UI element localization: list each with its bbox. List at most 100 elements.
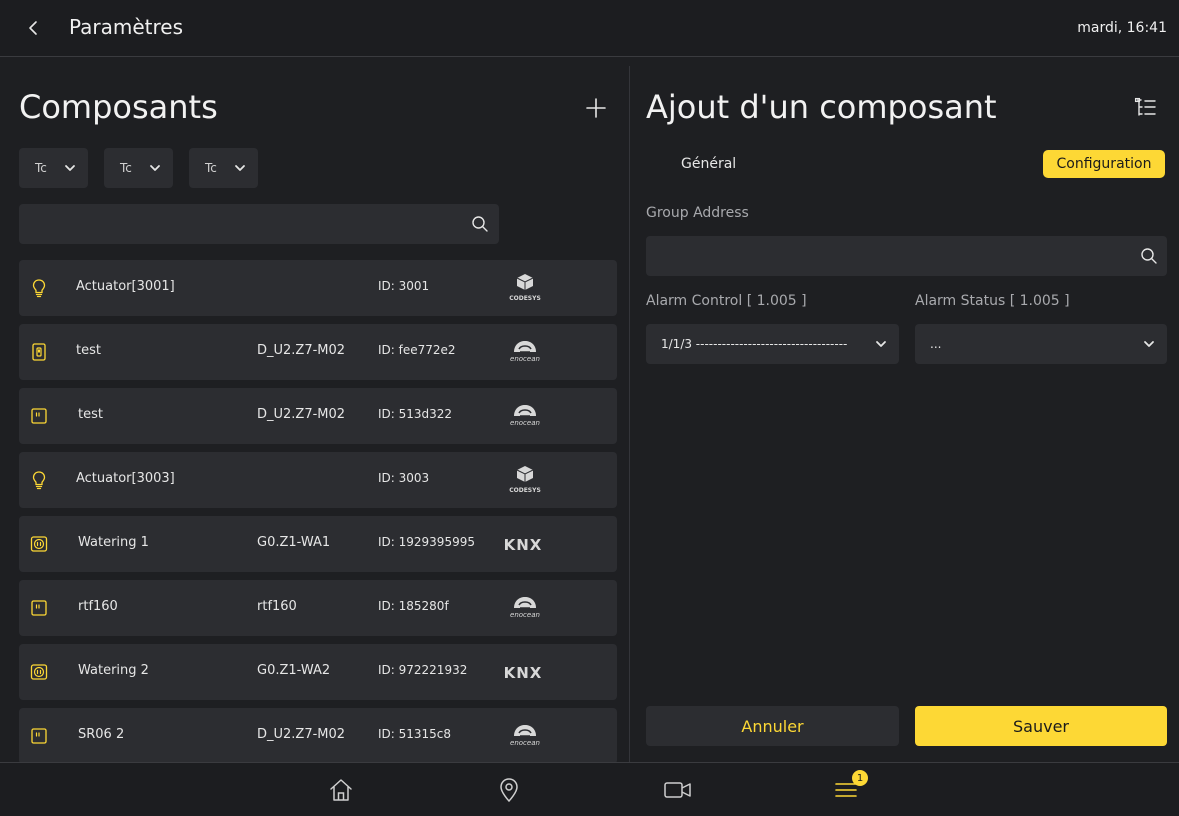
alarm-control-label: Alarm Control [ 1.005 ] <box>646 293 807 309</box>
list-item[interactable]: Watering 1 G0.Z1-WA1 ID: 1929395995 KNX <box>19 516 617 572</box>
component-id: ID: 972221932 <box>378 663 468 677</box>
save-button[interactable]: Sauver <box>915 706 1167 746</box>
component-address: G0.Z1-WA2 <box>257 663 331 678</box>
component-name: Watering 1 <box>78 535 149 550</box>
search-icon <box>1141 248 1157 264</box>
add-component-title: Ajout d'un composant <box>646 88 997 126</box>
bottom-nav: 1 <box>0 762 1179 816</box>
chevron-down-icon <box>65 165 75 171</box>
filter-value: Tc <box>205 161 217 175</box>
component-address: D_U2.Z7-M02 <box>257 343 346 358</box>
alarm-control-value: 1/1/3 ----------------------------------… <box>661 337 848 351</box>
switch-panel-icon <box>31 728 47 744</box>
filter-value: Tc <box>120 161 132 175</box>
knx-logo-icon: KNX <box>504 536 543 554</box>
component-name: test <box>78 407 103 422</box>
enocean-logo-icon: enocean <box>510 405 540 427</box>
component-id: ID: 185280f <box>378 599 449 613</box>
chevron-down-icon <box>235 165 245 171</box>
enocean-logo-icon: enocean <box>510 725 540 747</box>
components-title: Composants <box>19 88 218 126</box>
list-item[interactable]: test D_U2.Z7-M02 ID: 513d322 enocean <box>19 388 617 444</box>
list-item[interactable]: Actuator[3003] ID: 3003 CODESYS <box>19 452 617 508</box>
notification-badge: 1 <box>852 770 868 786</box>
group-address-input[interactable] <box>646 236 1167 276</box>
clock: mardi, 16:41 <box>1077 20 1167 36</box>
top-bar: Paramètres mardi, 16:41 <box>0 0 1179 57</box>
nav-home[interactable] <box>327 776 355 804</box>
component-name: Watering 2 <box>78 663 149 678</box>
component-search-input[interactable] <box>19 204 499 244</box>
video-camera-icon <box>664 782 691 798</box>
knx-logo-icon: KNX <box>504 664 543 682</box>
enocean-logo-icon: enocean <box>510 597 540 619</box>
back-button[interactable] <box>22 16 46 40</box>
alarm-status-label: Alarm Status [ 1.005 ] <box>915 293 1070 309</box>
add-component-button[interactable] <box>584 96 608 120</box>
add-component-panel: Ajout d'un composant Général Configurati… <box>630 58 1179 762</box>
tab-configuration[interactable]: Configuration <box>1043 150 1165 178</box>
component-id: ID: fee772e2 <box>378 343 456 357</box>
socket-icon <box>30 664 48 680</box>
component-name: SR06 2 <box>78 727 125 742</box>
group-address-label: Group Address <box>646 205 749 221</box>
tab-general[interactable]: Général <box>681 156 736 172</box>
codesys-logo-icon: CODESYS <box>509 466 541 494</box>
component-address: D_U2.Z7-M02 <box>257 407 346 422</box>
alarm-status-select[interactable]: ... <box>915 324 1167 364</box>
component-name: rtf160 <box>78 599 118 614</box>
alarm-control-select[interactable]: 1/1/3 ----------------------------------… <box>646 324 899 364</box>
component-name: Actuator[3003] <box>76 471 175 486</box>
svg-text:CODESYS: CODESYS <box>509 487 541 494</box>
list-item[interactable]: rtf160 rtf160 ID: 185280f enocean <box>19 580 617 636</box>
switch-panel-icon <box>31 408 47 424</box>
component-id: ID: 3003 <box>378 471 430 485</box>
tree-view-button[interactable] <box>1133 96 1157 120</box>
component-id: ID: 51315c8 <box>378 727 452 741</box>
components-panel: Composants Tc Tc Tc Actuator[3001] ID: 3… <box>0 58 629 762</box>
nav-location[interactable] <box>495 776 523 804</box>
component-id: ID: 513d322 <box>378 407 453 421</box>
search-icon <box>472 216 488 232</box>
svg-text:CODESYS: CODESYS <box>509 295 541 302</box>
svg-text:KNX: KNX <box>504 536 543 554</box>
filter-dropdown-3[interactable]: Tc <box>189 148 258 188</box>
svg-text:enocean: enocean <box>510 739 540 747</box>
bulb-icon <box>32 279 46 298</box>
svg-text:KNX: KNX <box>504 664 543 682</box>
list-item[interactable]: SR06 2 D_U2.Z7-M02 ID: 51315c8 enocean <box>19 708 617 762</box>
component-id: ID: 3001 <box>378 279 430 293</box>
svg-text:enocean: enocean <box>510 419 540 427</box>
plus-icon <box>586 98 606 118</box>
tree-list-icon <box>1134 97 1156 116</box>
bulb-icon <box>32 471 46 490</box>
svg-text:enocean: enocean <box>510 611 540 619</box>
chevron-down-icon <box>150 165 160 171</box>
chevron-left-icon <box>29 21 37 35</box>
alarm-status-value: ... <box>930 337 942 351</box>
enocean-logo-icon: enocean <box>510 341 540 363</box>
socket-icon <box>30 536 48 552</box>
cancel-button[interactable]: Annuler <box>646 706 899 746</box>
home-icon <box>330 779 352 801</box>
list-item[interactable]: test D_U2.Z7-M02 ID: fee772e2 enocean <box>19 324 617 380</box>
map-pin-icon <box>500 778 518 803</box>
component-name: Actuator[3001] <box>76 279 175 294</box>
component-address: D_U2.Z7-M02 <box>257 727 346 742</box>
chevron-down-icon <box>876 341 886 347</box>
filter-dropdown-2[interactable]: Tc <box>104 148 173 188</box>
page-title: Paramètres <box>69 15 184 39</box>
codesys-logo-icon: CODESYS <box>509 274 541 302</box>
list-item[interactable]: Watering 2 G0.Z1-WA2 ID: 972221932 KNX <box>19 644 617 700</box>
component-id: ID: 1929395995 <box>378 535 475 549</box>
chevron-down-icon <box>1144 341 1154 347</box>
list-item[interactable]: Actuator[3001] ID: 3001 CODESYS <box>19 260 617 316</box>
switch-icon <box>32 343 46 361</box>
switch-panel-icon <box>31 600 47 616</box>
svg-text:enocean: enocean <box>510 355 540 363</box>
component-name: test <box>76 343 101 358</box>
filter-dropdown-1[interactable]: Tc <box>19 148 88 188</box>
component-address: G0.Z1-WA1 <box>257 535 331 550</box>
nav-camera[interactable] <box>664 776 692 804</box>
filter-value: Tc <box>35 161 47 175</box>
